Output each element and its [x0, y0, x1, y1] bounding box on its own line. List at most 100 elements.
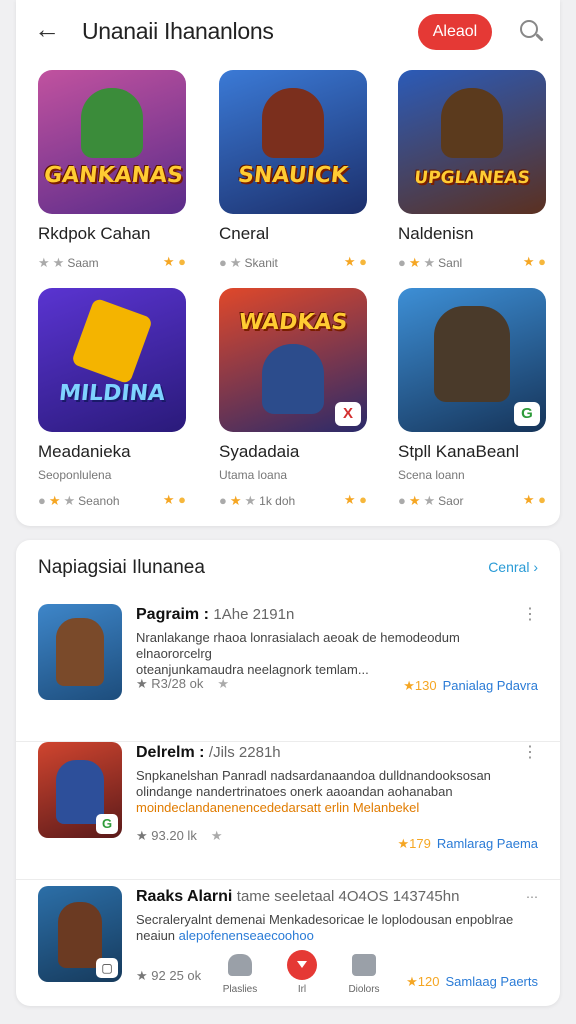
record-icon — [287, 950, 317, 980]
more-options-icon[interactable]: ⋯ — [526, 890, 538, 904]
see-all-link[interactable]: Cenral › — [488, 559, 538, 575]
chat-icon: ● — [38, 493, 46, 508]
nav-item-plaslies[interactable]: Plaslies — [212, 954, 268, 995]
star-icon: ★ — [162, 492, 175, 507]
game-name: Stpll KanaBeanl — [398, 442, 519, 461]
game-meta-row: ● ★ Skanit ★ ● — [219, 254, 367, 270]
coin-icon: ● — [178, 254, 186, 269]
game-thumbnail[interactable]: UPGLANEAS — [398, 70, 546, 214]
coin-icon: ● — [359, 254, 367, 269]
game-meta-row: ● ★ ★ Seanoh ★ ● — [38, 492, 186, 508]
item-rating: ★179 Ramlarag Paema — [397, 836, 538, 851]
app-badge-icon: G — [96, 814, 118, 834]
character-art-icon — [70, 297, 154, 385]
star-outline-icon: ★ — [38, 255, 50, 270]
star-icon: ★ — [403, 678, 415, 693]
star-icon: ★ — [406, 974, 418, 989]
game-thumbnail[interactable]: MILDINA — [38, 288, 186, 432]
item-title: Raaks Alarni tame seeletaal 4O4OS 143745… — [136, 888, 460, 905]
list-card: Napiagsiai Ilunanea Cenral › Pagraim : 1… — [16, 540, 560, 1006]
game-meta-row: ● ★ ★ 1k doh ★ ● — [219, 492, 367, 508]
star-icon: ★ — [408, 493, 421, 508]
star-outline-icon: ★ — [423, 493, 436, 508]
top-bar: ← Unanaii Ihananlons Aleaol — [16, 0, 560, 64]
star-outline-icon: ★ — [423, 255, 436, 270]
chat-icon: ● — [398, 493, 406, 508]
chat-icon: ● — [398, 255, 406, 270]
nav-item-irl[interactable]: Irl — [274, 950, 330, 995]
coin-icon: ● — [178, 492, 186, 507]
chat-icon: ● — [219, 493, 227, 508]
bottom-nav: Plaslies Irl Diolors — [212, 950, 392, 1002]
app-badge-icon: X — [335, 402, 361, 426]
item-rating: ★130 Panialag Pdavra — [403, 678, 538, 693]
game-tile[interactable]: WADKAS X Syadadaia Utama loana ● ★ ★ 1k doh… — [197, 288, 367, 508]
star-outline-icon: ★ — [63, 493, 76, 508]
more-options-icon[interactable]: ⋮ — [522, 604, 538, 624]
game-subtitle: Seoponlulena — [38, 468, 112, 482]
page-title: Unanaii Ihananlons — [82, 18, 274, 44]
chevron-right-icon: › — [533, 559, 538, 575]
item-description: Nranlakange rhaoa lonrasialach aeoak de … — [136, 630, 460, 677]
game-subtitle: Utama loana — [219, 468, 288, 482]
star-icon: ★ — [48, 493, 61, 508]
game-name: Cneral — [219, 224, 270, 243]
star-icon: ★ — [162, 254, 175, 269]
star-outline-icon: ★ — [229, 255, 242, 270]
header-action-button[interactable]: Aleaol — [418, 14, 492, 50]
app-badge-icon: ▢ — [96, 958, 118, 978]
game-tile[interactable]: SNAUICK Cneral ● ★ Skanit ★ ● — [197, 70, 367, 290]
game-meta-row: ★ ★ Saam ★ ● — [38, 254, 186, 270]
character-art-icon — [441, 88, 503, 158]
game-thumbnail[interactable]: WADKAS X — [219, 288, 367, 432]
game-thumbnail[interactable]: G — [398, 288, 546, 432]
item-thumbnail[interactable] — [38, 604, 122, 700]
game-meta-row: ● ★ ★ Saor ★ ● — [398, 492, 546, 508]
store-icon — [352, 954, 376, 976]
coin-icon: ● — [538, 254, 546, 269]
coin-icon: ● — [359, 492, 367, 507]
nav-item-diolors[interactable]: Diolors — [336, 954, 392, 995]
game-name: Naldenisn — [398, 224, 474, 243]
star-outline-icon: ★ — [244, 493, 257, 508]
item-stats: ★ 92 25 ok — [136, 968, 202, 983]
game-name: Rkdpok Cahan — [38, 224, 151, 243]
chat-icon: ● — [219, 255, 227, 270]
star-outline-icon: ★ — [136, 676, 148, 691]
item-description: Snpkanelshan Panradl nadsardanaandoa dul… — [136, 768, 491, 815]
game-name: Meadanieka — [38, 442, 131, 461]
app-badge-icon: G — [514, 402, 540, 426]
item-rating: ★120 Samlaag Paerts — [406, 974, 538, 989]
game-tile[interactable]: G Stpll KanaBeanl Scena loann ● ★ ★ Saor ★ … — [376, 288, 546, 508]
list-item[interactable]: Pagraim : 1Ahe 2191n ⋮ Nranlakange rhaoa… — [16, 604, 560, 742]
game-tile[interactable]: MILDINA Meadanieka Seoponlulena ● ★ ★ Seano… — [16, 288, 186, 508]
item-title: Delrelm : /Jils 2281h — [136, 744, 281, 761]
star-outline-icon: ★ — [210, 828, 223, 843]
star-outline-icon: ★ — [136, 968, 148, 983]
character-art-icon — [81, 88, 143, 158]
game-thumbnail[interactable]: SNAUICK — [219, 70, 367, 214]
item-thumbnail[interactable]: ▢ — [38, 886, 122, 982]
item-thumbnail[interactable]: G — [38, 742, 122, 838]
coin-icon: ● — [538, 492, 546, 507]
star-outline-icon: ★ — [136, 828, 148, 843]
list-item[interactable]: G Delrelm : /Jils 2281h ⋮ Snpkanelshan P… — [16, 742, 560, 880]
game-thumbnail[interactable]: GANKANAS — [38, 70, 186, 214]
section-title: Napiagsiai Ilunanea — [38, 557, 205, 578]
item-stats: ★ R3/28 ok ★ — [136, 676, 229, 691]
featured-card: ← Unanaii Ihananlons Aleaol GANKANAS Rkd… — [16, 0, 560, 526]
item-stats: ★ 93.20 lk ★ — [136, 828, 223, 843]
star-icon: ★ — [229, 493, 242, 508]
search-icon[interactable] — [516, 16, 546, 46]
character-art-icon — [262, 344, 324, 414]
character-art-icon — [262, 88, 324, 158]
game-tile[interactable]: GANKANAS Rkdpok Cahan ★ ★ Saam ★ ● — [16, 70, 186, 290]
game-tile[interactable]: UPGLANEAS Naldenisn ● ★ ★ Sanl ★ ● — [376, 70, 546, 290]
back-arrow-icon[interactable]: ← — [34, 16, 62, 44]
star-icon: ★ — [343, 254, 356, 269]
star-outline-icon: ★ — [52, 255, 65, 270]
more-options-icon[interactable]: ⋮ — [522, 742, 538, 762]
game-name: Syadadaia — [219, 442, 300, 461]
star-icon: ★ — [343, 492, 356, 507]
divider — [16, 879, 560, 880]
